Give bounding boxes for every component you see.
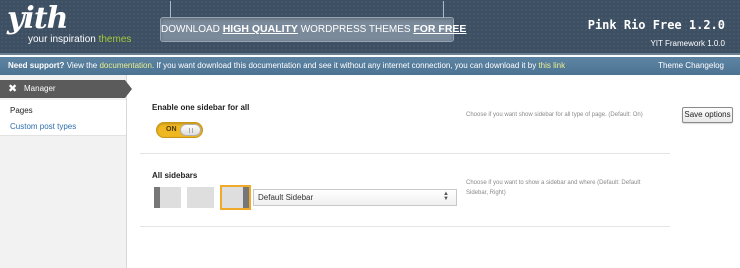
need-support-label: Need support? bbox=[8, 61, 65, 70]
sidebar-select[interactable]: Default Sidebar ▲ ▼ bbox=[253, 189, 457, 206]
option-all-sidebars: All sidebars Default Sidebar ▲ ▼ Choose i… bbox=[140, 161, 670, 227]
manager-tab[interactable]: ✖ Manager bbox=[0, 80, 132, 98]
save-options-button[interactable]: Save options bbox=[682, 107, 733, 123]
option-description: Choose if you want show sidebar for all … bbox=[466, 112, 643, 118]
product-name: Pink Rio Free 1.2.0 bbox=[587, 18, 725, 32]
option-title: Enable one sidebar for all bbox=[152, 103, 250, 112]
sidebar-menu: Pages Custom post types bbox=[0, 100, 126, 136]
theme-changelog-link[interactable]: Theme Changelog bbox=[658, 57, 724, 75]
logo-wordmark: yith bbox=[7, 1, 69, 36]
support-text-middle: . If you want download this documentatio… bbox=[151, 61, 537, 70]
sidebar-item-pages[interactable]: Pages bbox=[0, 103, 126, 119]
sidebar-item-custom-post-types[interactable]: Custom post types bbox=[0, 119, 126, 135]
banner-middle: WORDPRESS THEMES bbox=[300, 24, 411, 35]
wrench-icon: ✖ bbox=[8, 83, 18, 95]
download-banner[interactable]: DOWNLOAD HIGH QUALITY WORDPRESS THEMES F… bbox=[160, 1, 466, 42]
sidebar-select-value: Default Sidebar bbox=[258, 193, 314, 202]
framework-version: YIT Framework 1.0.0 bbox=[650, 39, 725, 48]
logo-tagline: your inspiration themes bbox=[28, 34, 131, 45]
banner-string-left bbox=[170, 1, 171, 18]
sidebar: ✖ Manager Pages Custom post types bbox=[0, 75, 132, 268]
option-title: All sidebars bbox=[152, 171, 198, 180]
banner-high-quality: HIGH QUALITY bbox=[222, 23, 298, 35]
enable-sidebar-toggle[interactable]: ON bbox=[156, 122, 203, 138]
header: yith your inspiration themes DOWNLOAD HI… bbox=[0, 0, 740, 55]
sidebar-bar-icon bbox=[243, 187, 249, 208]
this-link[interactable]: this link bbox=[538, 61, 565, 70]
layout-left-sidebar-option[interactable] bbox=[154, 187, 181, 208]
logo[interactable]: yith your inspiration themes bbox=[7, 1, 131, 46]
layout-right-sidebar-option[interactable] bbox=[220, 185, 251, 210]
manager-label: Manager bbox=[24, 84, 56, 93]
support-text-view: View the bbox=[66, 61, 98, 70]
toggle-knob[interactable] bbox=[180, 124, 201, 136]
support-bar: Need support? View the documentation. If… bbox=[0, 57, 740, 75]
sidebar-bar-icon bbox=[154, 187, 160, 208]
banner-for-free: FOR FREE bbox=[413, 23, 467, 35]
tagline-prefix: your inspiration bbox=[28, 34, 96, 45]
toggle-state-label: ON bbox=[166, 126, 177, 133]
option-description: Choose if you want to show a sidebar and… bbox=[466, 180, 641, 196]
documentation-link[interactable]: documentation bbox=[99, 61, 151, 70]
layout-no-sidebar-option[interactable] bbox=[187, 187, 214, 208]
banner-string-right bbox=[443, 1, 444, 18]
banner-prefix: DOWNLOAD bbox=[161, 24, 220, 35]
tagline-accent: themes bbox=[98, 34, 132, 45]
select-arrows-icon: ▲ ▼ bbox=[443, 191, 449, 202]
option-enable-sidebar: Enable one sidebar for all ON Choose if … bbox=[140, 95, 670, 154]
